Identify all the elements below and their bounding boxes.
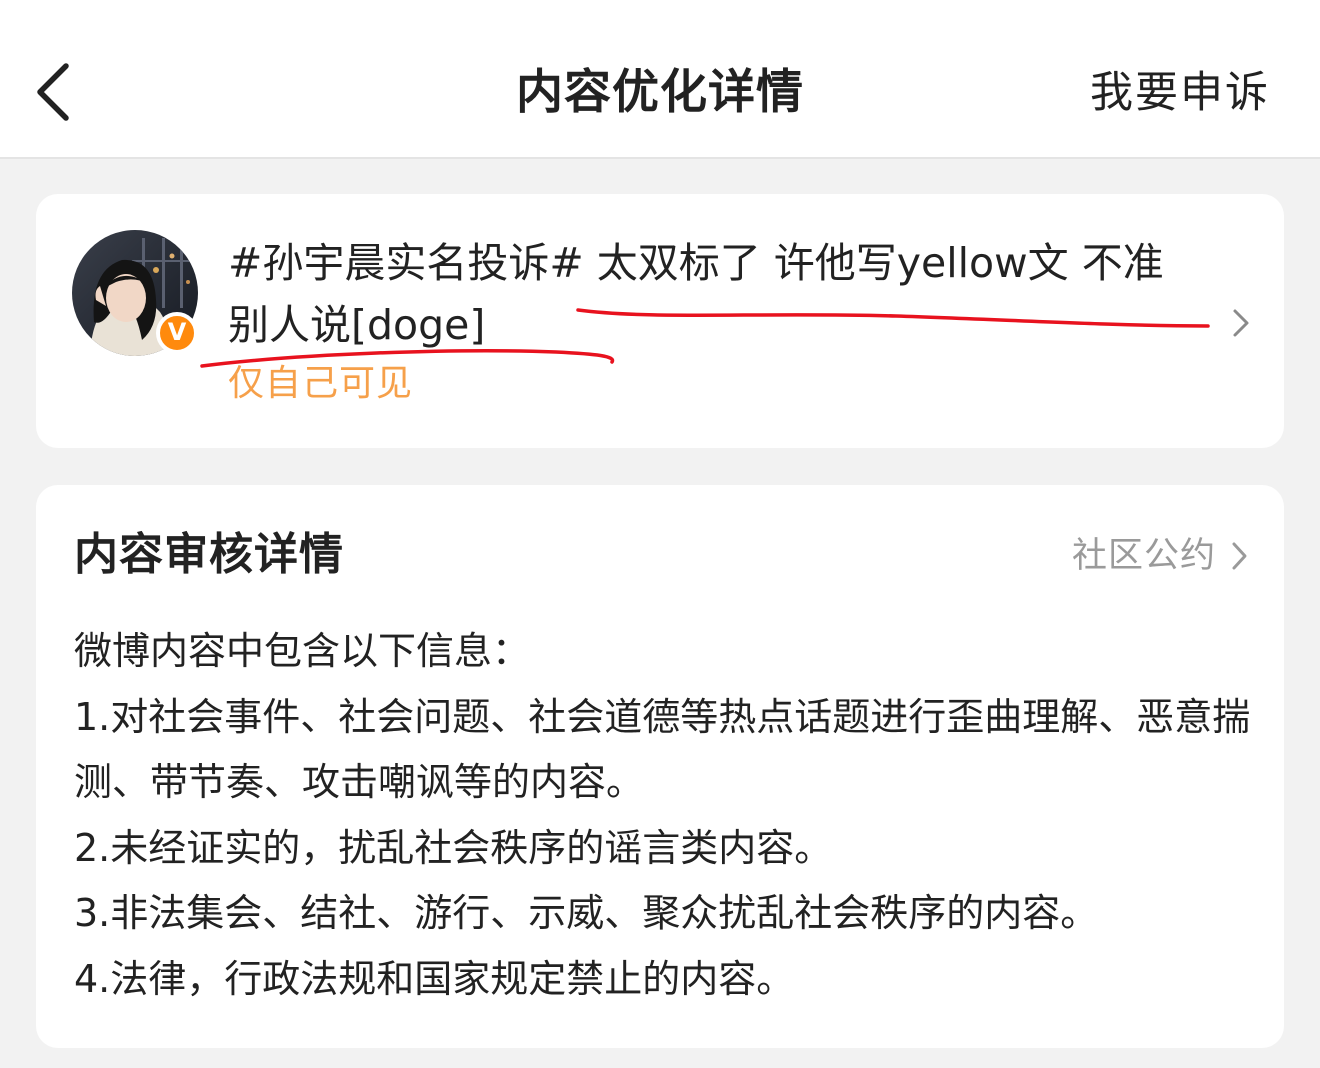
visibility-status: 仅自己可见 <box>228 363 414 404</box>
community-guidelines-label: 社区公约 <box>1071 536 1216 576</box>
review-item: 3.非法集会、结社、游行、示威、聚众扰乱社会秩序的内容。 <box>74 891 1099 935</box>
appeal-button[interactable]: 我要申诉 <box>1090 62 1270 124</box>
review-item: 2.未经证实的，扰乱社会秩序的谣言类内容。 <box>74 825 833 870</box>
review-title: 内容审核详情 <box>74 529 344 580</box>
chevron-right-icon <box>1232 542 1247 570</box>
verified-badge-icon: V <box>156 312 198 354</box>
review-intro: 微博内容中包含以下信息： <box>74 629 531 673</box>
community-guidelines-link[interactable]: 社区公约 <box>1072 531 1250 581</box>
review-item: 1.对社会事件、社会问题、社会道德等热点话题进行歪曲理解、恶意揣测、带节奏、攻击… <box>74 694 1251 805</box>
post-content: #孙宇晨实名投诉# 太双标了 许他写yellow文 不准别人说[doge] <box>228 239 1164 349</box>
review-details-card: 内容审核详情 社区公约 微博内容中包含以下信息： 1.对社会事件、社会问题、社会… <box>36 485 1284 1048</box>
chevron-right-icon <box>1233 309 1249 337</box>
review-body: 微博内容中包含以下信息： 1.对社会事件、社会问题、社会道德等热点话题进行歪曲理… <box>74 619 1254 1012</box>
top-nav-bar: 内容优化详情 我要申诉 <box>0 0 1320 159</box>
post-card[interactable]: V #孙宇晨实名投诉# 太双标了 许他写yellow文 不准别人说[doge] … <box>36 194 1284 448</box>
review-item: 4.法律，行政法规和国家规定禁止的内容。 <box>74 956 795 1001</box>
